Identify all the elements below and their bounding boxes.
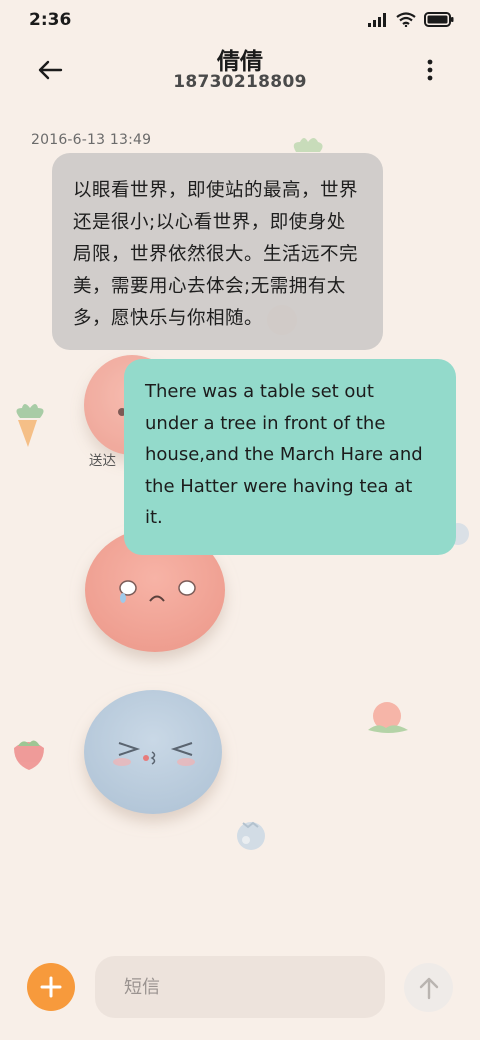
arrow-up-icon xyxy=(419,977,438,999)
message-input[interactable] xyxy=(122,975,366,999)
message-input-container[interactable] xyxy=(95,956,385,1018)
status-icons xyxy=(368,12,454,27)
add-attachment-button[interactable] xyxy=(27,963,75,1011)
message-line: 美，需要用心去体会;无需拥有太 xyxy=(73,276,346,297)
status-time: 2:36 xyxy=(29,10,72,30)
delivery-status: 送达 xyxy=(89,453,116,469)
message-line: it. xyxy=(145,507,163,528)
more-vertical-icon xyxy=(427,59,433,81)
message-line: There was a table set out xyxy=(145,381,374,402)
outgoing-message-bubble[interactable]: There was a table set out under a tree i… xyxy=(124,359,456,555)
contact-name: 倩倩 xyxy=(217,49,263,75)
plus-icon xyxy=(40,976,62,998)
peach-icon xyxy=(368,702,408,733)
message-line: the Hatter were having tea at xyxy=(145,475,413,497)
message-line: house,and the March Hare and xyxy=(145,444,423,465)
strawberry-icon xyxy=(14,740,44,770)
contact-number: 18730218809 xyxy=(173,72,307,92)
mochi-blue-icon xyxy=(84,690,222,814)
incoming-message-bubble[interactable]: 以眼看世界，即使站的最高，世界 还是很小;以心看世界，即使身处 局限，世界依然很… xyxy=(52,153,383,350)
message-line: 以眼看世界，即使站的最高，世界 xyxy=(73,180,359,201)
message-timestamp: 2016-6-13 13:49 xyxy=(31,132,152,148)
wifi-icon xyxy=(396,12,416,27)
message-line: under a tree in front of the xyxy=(145,412,386,434)
carrot-top-icon xyxy=(293,138,323,152)
carrot-icon xyxy=(16,404,44,447)
message-line: 还是很小;以心看世界，即使身处 xyxy=(73,212,346,233)
signal-icon xyxy=(368,12,386,27)
battery-icon xyxy=(424,12,454,27)
status-bar: 2:36 xyxy=(0,0,480,40)
message-line: 多，愿快乐与你相随。 xyxy=(73,308,264,329)
send-button[interactable] xyxy=(404,963,453,1012)
more-options-button[interactable] xyxy=(410,52,450,88)
blueberry-icon xyxy=(237,821,265,850)
message-line: 局限，世界依然很大。生活远不完 xyxy=(73,244,359,265)
conversation-header: 倩倩 18730218809 xyxy=(0,40,480,104)
compose-bar xyxy=(0,952,480,1032)
